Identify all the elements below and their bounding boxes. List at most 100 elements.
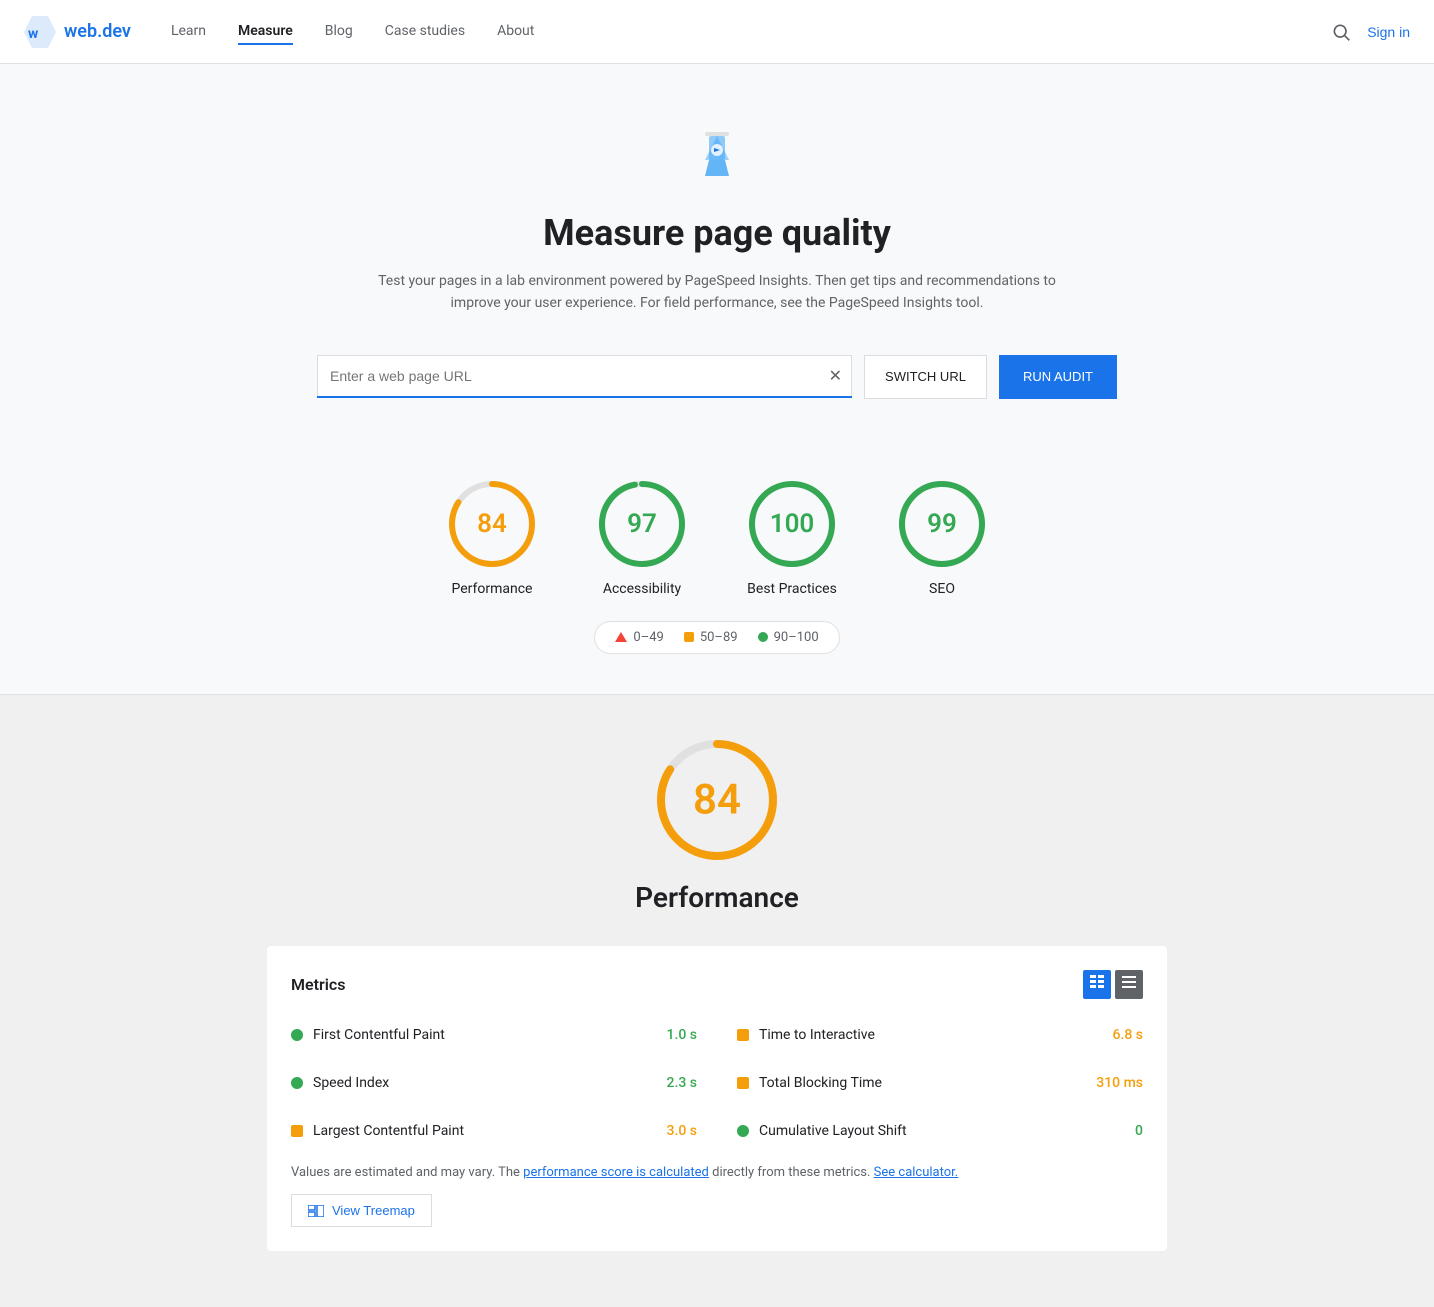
metric-value-tti: 6.8 s: [1113, 1027, 1144, 1043]
score-seo: 99 SEO: [897, 479, 987, 597]
metric-indicator-si: [291, 1077, 303, 1089]
scores-section: 84 Performance 97 Accessibility 100 Best…: [0, 439, 1434, 695]
metric-value-cls: 0: [1135, 1123, 1143, 1139]
metric-name-fcp: First Contentful Paint: [313, 1027, 445, 1043]
score-accessibility: 97 Accessibility: [597, 479, 687, 597]
nav-links: Learn Measure Blog Case studies About: [171, 19, 1331, 45]
legend-fail-range: 0–49: [633, 630, 663, 645]
score-value-performance: 84: [477, 509, 507, 539]
list-icon: [1121, 974, 1137, 990]
circle-icon: [758, 632, 768, 642]
metric-indicator-lcp: [291, 1125, 303, 1137]
metric-value-tbt: 310 ms: [1096, 1075, 1143, 1091]
nav-item-about[interactable]: About: [497, 19, 534, 45]
logo-icon: w: [24, 16, 56, 48]
nav-right: Sign in: [1331, 22, 1410, 42]
metrics-note-text: Values are estimated and may vary. The: [291, 1165, 523, 1180]
svg-text:w: w: [28, 26, 39, 42]
metric-name-tbt: Total Blocking Time: [759, 1075, 882, 1091]
metric-indicator-cls: [737, 1125, 749, 1137]
metric-value-si: 2.3 s: [667, 1075, 698, 1091]
performance-score-center: 84 Performance: [267, 735, 1167, 914]
metric-row-tti: Time to Interactive 6.8 s: [737, 1019, 1143, 1051]
view-treemap-label: View Treemap: [332, 1203, 415, 1218]
navigation: w web.dev Learn Measure Blog Case studie…: [0, 0, 1434, 64]
score-value-best-practices: 100: [770, 509, 815, 539]
sign-in-button[interactable]: Sign in: [1367, 24, 1410, 40]
search-button[interactable]: [1331, 22, 1351, 42]
metric-row-cls: Cumulative Layout Shift 0: [737, 1115, 1143, 1147]
scores-row: 84 Performance 97 Accessibility 100 Best…: [447, 479, 987, 597]
clear-input-button[interactable]: ✕: [829, 366, 842, 386]
metric-indicator-tti: [737, 1029, 749, 1041]
metric-row-si: Speed Index 2.3 s: [291, 1067, 697, 1099]
list-view-button[interactable]: [1115, 970, 1143, 999]
run-audit-button[interactable]: RUN AUDIT: [999, 355, 1117, 399]
nav-item-measure[interactable]: Measure: [238, 19, 293, 45]
metric-name-cls: Cumulative Layout Shift: [759, 1123, 907, 1139]
score-value-accessibility: 97: [627, 509, 657, 539]
performance-section: 84 Performance Metrics: [0, 695, 1434, 1307]
score-performance: 84 Performance: [447, 479, 537, 597]
legend-fail: 0–49: [615, 630, 663, 645]
metric-left-tbt: Total Blocking Time: [737, 1075, 882, 1091]
url-input-wrapper: ✕: [317, 355, 852, 398]
score-ring-seo: 99: [897, 479, 987, 569]
score-ring-performance: 84: [447, 479, 537, 569]
metric-row-fcp: First Contentful Paint 1.0 s: [291, 1019, 697, 1051]
metric-left-si: Speed Index: [291, 1075, 389, 1091]
score-label-performance: Performance: [452, 581, 533, 597]
hero-section: Measure page quality Test your pages in …: [0, 64, 1434, 439]
metric-name-tti: Time to Interactive: [759, 1027, 875, 1043]
performance-title: Performance: [635, 881, 799, 914]
nav-item-case-studies[interactable]: Case studies: [385, 19, 465, 45]
grid-view-button[interactable]: [1083, 970, 1111, 999]
metrics-note-middle: directly from these metrics.: [709, 1165, 874, 1180]
url-input[interactable]: [317, 355, 852, 396]
calculator-link[interactable]: See calculator.: [874, 1165, 959, 1180]
metric-row-lcp: Largest Contentful Paint 3.0 s: [291, 1115, 697, 1147]
metrics-title: Metrics: [291, 975, 345, 994]
view-treemap-button[interactable]: View Treemap: [291, 1194, 432, 1227]
metric-name-si: Speed Index: [313, 1075, 389, 1091]
legend-average: 50–89: [684, 630, 738, 645]
nav-item-learn[interactable]: Learn: [171, 19, 206, 45]
legend-pass: 90–100: [758, 630, 819, 645]
logo-text: web.dev: [64, 21, 131, 42]
metric-indicator-tbt: [737, 1077, 749, 1089]
metric-indicator-fcp: [291, 1029, 303, 1041]
performance-score-number: 84: [693, 775, 741, 824]
metrics-header: Metrics: [291, 970, 1143, 999]
page-title: Measure page quality: [24, 212, 1410, 254]
metric-left-cls: Cumulative Layout Shift: [737, 1123, 907, 1139]
grid-icon: [1089, 974, 1105, 990]
hero-description: Test your pages in a lab environment pow…: [377, 270, 1057, 315]
score-label-seo: SEO: [929, 581, 955, 597]
legend-average-range: 50–89: [700, 630, 738, 645]
triangle-icon: [615, 632, 627, 642]
metric-name-lcp: Largest Contentful Paint: [313, 1123, 464, 1139]
treemap-icon: [308, 1205, 324, 1217]
score-legend: 0–49 50–89 90–100: [594, 621, 839, 654]
metric-left-lcp: Largest Contentful Paint: [291, 1123, 464, 1139]
metrics-section: Metrics: [267, 946, 1167, 1252]
score-label-best-practices: Best Practices: [747, 581, 837, 597]
score-value-seo: 99: [927, 509, 957, 539]
metric-value-lcp: 3.0 s: [667, 1123, 698, 1139]
metric-left-fcp: First Contentful Paint: [291, 1027, 445, 1043]
nav-item-blog[interactable]: Blog: [325, 19, 353, 45]
logo[interactable]: w web.dev: [24, 16, 131, 48]
perf-score-link[interactable]: performance score is calculated: [523, 1165, 709, 1180]
score-label-accessibility: Accessibility: [603, 581, 681, 597]
metric-row-tbt: Total Blocking Time 310 ms: [737, 1067, 1143, 1099]
performance-ring: 84: [652, 735, 782, 865]
view-toggle: [1083, 970, 1143, 999]
performance-inner: 84 Performance Metrics: [267, 735, 1167, 1252]
metric-left-tti: Time to Interactive: [737, 1027, 875, 1043]
metrics-note: Values are estimated and may vary. The p…: [291, 1163, 1143, 1183]
score-ring-accessibility: 97: [597, 479, 687, 569]
switch-url-button[interactable]: SWITCH URL: [864, 355, 987, 399]
url-form: ✕ SWITCH URL RUN AUDIT: [317, 355, 1117, 399]
metrics-grid: First Contentful Paint 1.0 s Time to Int…: [291, 1019, 1143, 1147]
score-best-practices: 100 Best Practices: [747, 479, 837, 597]
